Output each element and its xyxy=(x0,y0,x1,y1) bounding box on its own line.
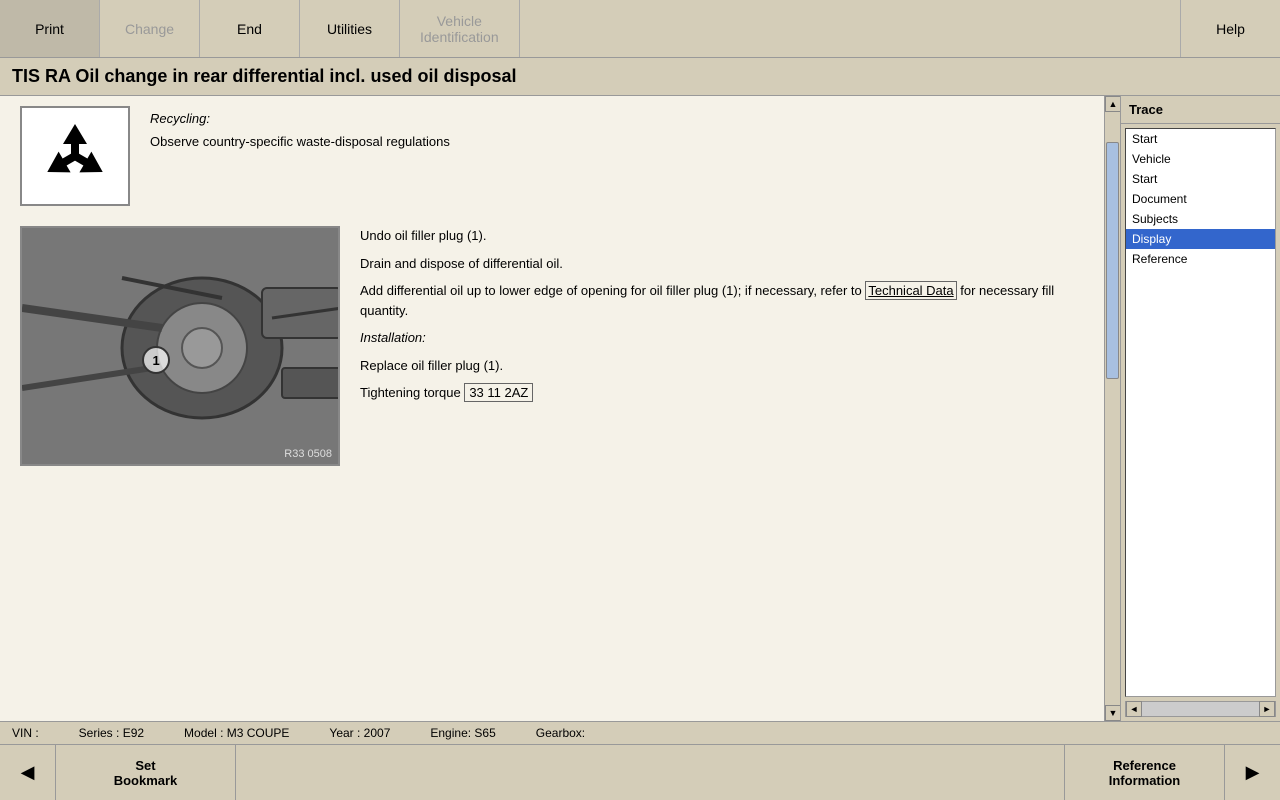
series-field: Series : E92 xyxy=(79,726,144,740)
toolbar: Print Change End Utilities Vehicle Ident… xyxy=(0,0,1280,58)
recycling-text: Recycling: Observe country-specific wast… xyxy=(150,106,450,149)
change-button[interactable]: Change xyxy=(100,0,200,57)
differential-image-inner: 1 R33 0508 xyxy=(22,228,338,464)
differential-image-label: R33 0508 xyxy=(284,448,332,460)
trace-item-start[interactable]: Start xyxy=(1126,169,1275,189)
scroll-up-button[interactable]: ▲ xyxy=(1105,96,1120,112)
torque-reference[interactable]: 33 11 2AZ xyxy=(464,383,533,402)
differential-instructions: Undo oil filler plug (1). Drain and disp… xyxy=(360,226,1084,411)
step-3-before: Add differential oil up to lower edge of… xyxy=(360,283,865,298)
page-title: TIS RA Oil change in rear differential i… xyxy=(0,58,1280,96)
trace-panel: Trace StartVehicleStartDocumentSubjectsD… xyxy=(1120,96,1280,721)
end-button[interactable]: End xyxy=(200,0,300,57)
installation-label: Installation: xyxy=(360,328,1084,348)
trace-item-start[interactable]: Start xyxy=(1126,129,1275,149)
step-1: Undo oil filler plug (1). xyxy=(360,226,1084,246)
scroll-thumb[interactable] xyxy=(1106,142,1119,379)
differential-image: 1 R33 0508 xyxy=(20,226,340,466)
next-button[interactable]: ▶ xyxy=(1224,745,1280,800)
step-3: Add differential oil up to lower edge of… xyxy=(360,281,1084,320)
set-bookmark-button[interactable]: Set Bookmark xyxy=(56,745,236,800)
trace-item-reference[interactable]: Reference xyxy=(1126,249,1275,269)
scroll-right-button[interactable]: ► xyxy=(1259,701,1275,717)
gearbox-field: Gearbox: xyxy=(536,726,585,740)
title-text: RA Oil change in rear differential incl.… xyxy=(45,66,516,86)
trace-item-display[interactable]: Display xyxy=(1126,229,1275,249)
technical-data-link[interactable]: Technical Data xyxy=(865,281,956,300)
trace-header: Trace xyxy=(1121,96,1280,124)
toolbar-spacer xyxy=(520,0,1180,57)
differential-number-badge: 1 xyxy=(142,346,170,374)
reference-information-button[interactable]: Reference Information xyxy=(1064,745,1224,800)
differential-svg xyxy=(22,228,338,464)
step-2: Drain and dispose of differential oil. xyxy=(360,254,1084,274)
vin-field: VIN : xyxy=(12,726,39,740)
recycling-description: Observe country-specific waste-disposal … xyxy=(150,134,450,149)
trace-item-vehicle[interactable]: Vehicle xyxy=(1126,149,1275,169)
vehicle-identification-button[interactable]: Vehicle Identification xyxy=(400,0,520,57)
bottom-toolbar: ◀ Set Bookmark Reference Information ▶ xyxy=(0,744,1280,800)
bottom-spacer xyxy=(236,745,1064,800)
content-area: Recycling: Observe country-specific wast… xyxy=(0,96,1120,721)
engine-field: Engine: S65 xyxy=(430,726,495,740)
model-field: Model : M3 COUPE xyxy=(184,726,289,740)
main-area: Recycling: Observe country-specific wast… xyxy=(0,96,1280,721)
trace-scrollbar-h[interactable]: ◄ ► xyxy=(1125,701,1276,717)
year-field: Year : 2007 xyxy=(329,726,390,740)
recycling-label: Recycling: xyxy=(150,111,450,126)
tightening-before: Tightening torque xyxy=(360,385,464,400)
scroll-track xyxy=(1105,112,1120,705)
differential-section: 1 R33 0508 Undo oil filler plug (1). Dra… xyxy=(20,226,1084,466)
status-bar: VIN : Series : E92 Model : M3 COUPE Year… xyxy=(0,721,1280,744)
trace-item-document[interactable]: Document xyxy=(1126,189,1275,209)
recycle-icon-box xyxy=(20,106,130,206)
step-4: Replace oil filler plug (1). xyxy=(360,356,1084,376)
trace-list: StartVehicleStartDocumentSubjectsDisplay… xyxy=(1125,128,1276,697)
title-prefix: TIS xyxy=(12,66,40,86)
content-panel: Recycling: Observe country-specific wast… xyxy=(0,96,1104,721)
recycle-icon xyxy=(35,116,115,196)
tightening-torque: Tightening torque 33 11 2AZ xyxy=(360,383,1084,403)
scroll-down-button[interactable]: ▼ xyxy=(1105,705,1120,721)
trace-item-subjects[interactable]: Subjects xyxy=(1126,209,1275,229)
content-scrollbar[interactable]: ▲ ▼ xyxy=(1104,96,1120,721)
print-button[interactable]: Print xyxy=(0,0,100,57)
utilities-button[interactable]: Utilities xyxy=(300,0,400,57)
scroll-left-button[interactable]: ◄ xyxy=(1126,701,1142,717)
recycling-section: Recycling: Observe country-specific wast… xyxy=(20,106,1084,206)
prev-button[interactable]: ◀ xyxy=(0,745,56,800)
help-button[interactable]: Help xyxy=(1180,0,1280,57)
